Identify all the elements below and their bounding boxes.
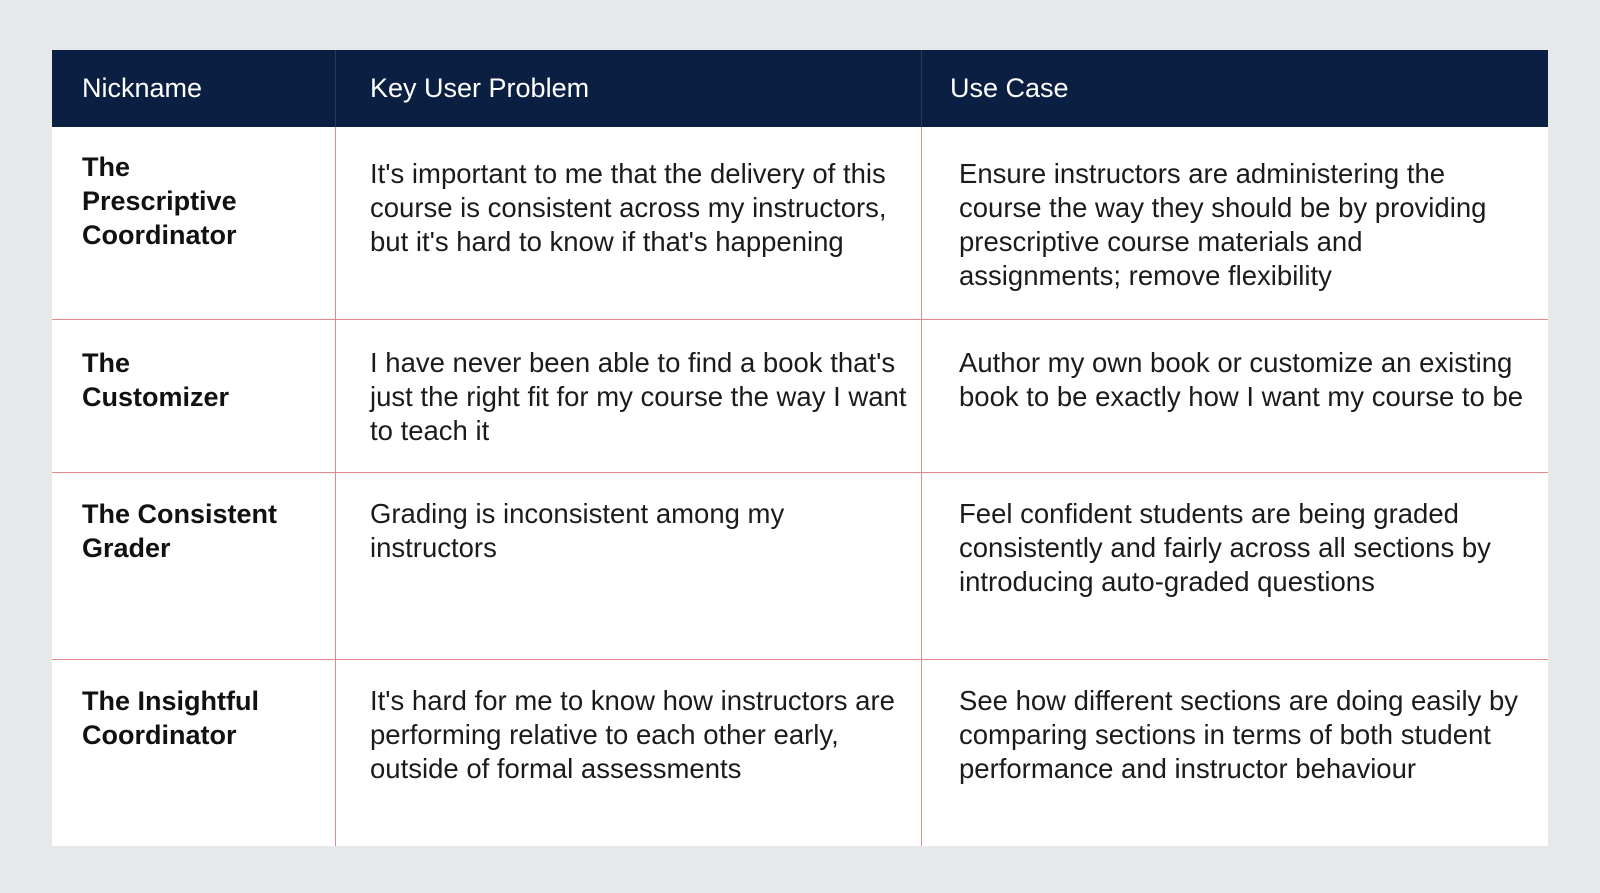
- header-use-case: Use Case: [921, 50, 1548, 127]
- nickname-cell: The Customizer: [82, 348, 230, 412]
- nickname-cell: The Consistent Grader: [82, 499, 278, 563]
- header-key-user-problem: Key User Problem: [335, 50, 921, 127]
- nickname-cell: The Insightful Coordinator: [82, 686, 259, 750]
- table-row: The Consistent Grader Grading is inconsi…: [52, 472, 1548, 659]
- problem-cell: Grading is inconsistent among my instruc…: [335, 473, 921, 659]
- table-row: The Insightful Coordinator It's hard for…: [52, 659, 1548, 846]
- table-row: The Prescriptive Coordinator It's import…: [52, 127, 1548, 319]
- table-header-row: Nickname Key User Problem Use Case: [52, 50, 1548, 127]
- persona-table: Nickname Key User Problem Use Case The P…: [52, 50, 1548, 846]
- table-row: The Customizer I have never been able to…: [52, 319, 1548, 472]
- use-case-cell: Feel confident students are being graded…: [921, 473, 1548, 659]
- problem-cell: It's hard for me to know how instructors…: [335, 660, 921, 846]
- problem-cell: I have never been able to find a book th…: [335, 320, 921, 472]
- header-nickname: Nickname: [82, 73, 203, 103]
- problem-cell: It's important to me that the delivery o…: [335, 127, 921, 319]
- use-case-cell: Ensure instructors are administering the…: [921, 127, 1548, 319]
- nickname-cell: The Prescriptive Coordinator: [82, 152, 237, 250]
- use-case-cell: Author my own book or customize an exist…: [921, 320, 1548, 472]
- use-case-cell: See how different sections are doing eas…: [921, 660, 1548, 846]
